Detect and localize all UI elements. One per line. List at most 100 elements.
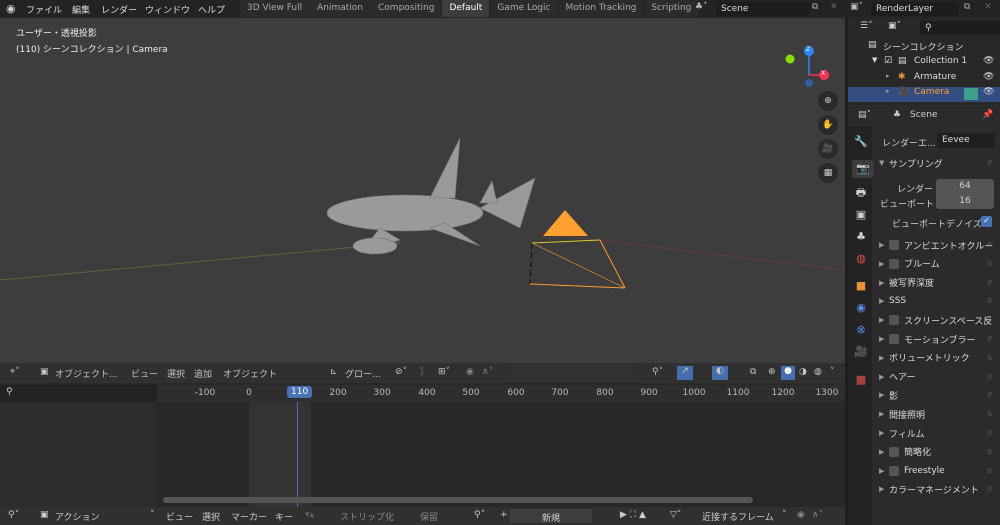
- panel-enable-checkbox[interactable]: [889, 240, 899, 250]
- drag-handle-icon[interactable]: ⁞⁞: [988, 279, 992, 287]
- panel-row[interactable]: ▶ フィルム ⁞⁞: [875, 425, 1000, 441]
- xray-icon[interactable]: ⧉: [750, 367, 756, 377]
- blender-logo-icon[interactable]: ◉: [6, 2, 16, 15]
- pin-icon[interactable]: 📌: [982, 110, 993, 120]
- proportional-icon[interactable]: ◉: [797, 510, 805, 520]
- drag-handle-icon[interactable]: ⁞⁞: [988, 241, 992, 249]
- panel-row[interactable]: ▶ 被写界深度 ⁞⁞: [875, 275, 1000, 291]
- filter-icon[interactable]: ▽˅: [670, 510, 681, 520]
- layer-arrows-icon[interactable]: ▾▴: [305, 510, 314, 520]
- drag-handle-icon[interactable]: ⁞⁞: [988, 485, 992, 493]
- viewport-denoise-checkbox[interactable]: ✓: [981, 216, 992, 227]
- texture-tab-icon[interactable]: ▩: [852, 371, 870, 389]
- render-engine-select[interactable]: Eevee: [937, 133, 995, 148]
- playhead[interactable]: [297, 393, 298, 508]
- pivot-icon[interactable]: ⊘˅: [395, 367, 407, 377]
- drag-handle-icon[interactable]: ⁞⁞: [988, 297, 992, 305]
- orientation-select[interactable]: グロー...: [345, 367, 381, 380]
- drag-handle-icon[interactable]: ⁞⁞: [988, 260, 992, 268]
- shading-rendered-icon[interactable]: ◍: [814, 367, 822, 377]
- camera-data-icon[interactable]: [964, 88, 978, 100]
- panel-row[interactable]: ▶ 影 ⁞⁞: [875, 387, 1000, 403]
- proportional-edit-icon[interactable]: ◉: [466, 367, 474, 377]
- falloff-icon[interactable]: ∧˅: [812, 510, 823, 520]
- outliner-armature[interactable]: ▸ ✱ Armature 👁: [848, 72, 1000, 87]
- drag-handle-icon[interactable]: ⁞⁞: [988, 467, 992, 475]
- menu-file[interactable]: ファイル: [26, 3, 62, 16]
- snap-icon[interactable]: ⟆: [420, 367, 424, 377]
- panel-row[interactable]: ▶ カラーマネージメント ⁞⁞: [875, 481, 1000, 497]
- panel-row[interactable]: ▶ 簡略化 ⁞⁞: [875, 444, 1000, 460]
- menu-add[interactable]: 追加: [194, 367, 212, 380]
- tab-motion-tracking[interactable]: Motion Tracking: [558, 0, 644, 17]
- gizmo-x-label[interactable]: X: [821, 70, 825, 77]
- mode-select[interactable]: アクション: [55, 510, 100, 523]
- panel-row[interactable]: ▶ ヘアー ⁞⁞: [875, 369, 1000, 385]
- camera-view-icon[interactable]: 🎥: [818, 139, 838, 159]
- panel-enable-checkbox[interactable]: [889, 465, 899, 476]
- outliner-search[interactable]: ⚲: [920, 21, 1000, 35]
- stash-button[interactable]: 保留: [420, 510, 438, 523]
- menu-object[interactable]: オブジェクト: [223, 367, 277, 380]
- panel-row[interactable]: ▶ ブルーム ⁞⁞: [875, 256, 1000, 272]
- channel-search[interactable]: ⚲: [0, 385, 157, 402]
- physics-tab-icon[interactable]: ◉: [852, 299, 870, 317]
- display-mode-icon[interactable]: ☰˅: [860, 21, 873, 31]
- checkbox-icon[interactable]: ☑: [884, 56, 892, 66]
- panel-enable-checkbox[interactable]: [889, 258, 899, 269]
- outliner-camera[interactable]: ▸ 🎥 Camera 👁: [848, 87, 1000, 102]
- add-icon[interactable]: +: [500, 510, 508, 520]
- select-cursor-icon[interactable]: ▶ ⛶ ▲: [620, 510, 646, 520]
- menu-edit[interactable]: 編集: [72, 3, 90, 16]
- mode-select[interactable]: オブジェクト...: [55, 367, 118, 380]
- outliner-scene-collection[interactable]: ▤ シーンコレクション: [848, 40, 1000, 55]
- drag-handle-icon[interactable]: ⁞⁞: [988, 316, 992, 324]
- action-browse-icon[interactable]: ⚲˅: [474, 510, 485, 520]
- gizmo-toggle-icon[interactable]: ↗: [677, 366, 693, 380]
- filter-view-icon[interactable]: ▣˅: [888, 21, 901, 31]
- copy-view-layer-icon[interactable]: ⧉: [964, 2, 970, 12]
- scene-tab-icon[interactable]: ♣: [852, 228, 870, 246]
- tab-compositing[interactable]: Compositing: [371, 0, 442, 17]
- shading-options-icon[interactable]: ˅: [830, 367, 835, 377]
- menu-window[interactable]: ウィンドウ: [145, 3, 190, 16]
- view-layer-tab-icon[interactable]: ▣: [852, 206, 870, 224]
- editor-type-icon[interactable]: ⚲˅: [8, 510, 19, 520]
- horizontal-scrollbar[interactable]: [163, 497, 753, 503]
- shading-wireframe-icon[interactable]: ⊕: [768, 367, 776, 377]
- object-data-tab-icon[interactable]: 🎥: [852, 343, 870, 361]
- tab-animation[interactable]: Animation: [310, 0, 371, 17]
- 3d-viewport[interactable]: Z X ユーザー・透視投影 (110) シーンコレクション | Camera ⊕…: [0, 18, 845, 383]
- shading-material-icon[interactable]: ◑: [799, 367, 807, 377]
- close-scene-icon[interactable]: ✕: [830, 2, 838, 12]
- tab-3d-view-full[interactable]: 3D View Full: [240, 0, 310, 17]
- current-frame-indicator[interactable]: 110: [287, 386, 313, 398]
- perspective-grid-icon[interactable]: ▦: [818, 163, 838, 183]
- snap-select[interactable]: 近接するフレーム: [702, 510, 774, 523]
- panel-sampling[interactable]: ▼ サンプリング ⁞⁞: [875, 155, 1000, 171]
- panel-row[interactable]: ▶ Freestyle ⁞⁞: [875, 463, 1000, 479]
- view-layer-field[interactable]: RenderLayer: [871, 2, 959, 16]
- tab-scripting[interactable]: Scripting: [644, 0, 699, 17]
- tool-tab-icon[interactable]: 🔧: [852, 133, 870, 151]
- drag-handle-icon[interactable]: ⁞⁞: [988, 391, 992, 399]
- eye-icon[interactable]: 👁: [983, 87, 994, 97]
- copy-scene-icon[interactable]: ⧉: [812, 2, 818, 12]
- menu-view[interactable]: ビュー: [131, 367, 158, 380]
- expand-icon[interactable]: ▸: [886, 87, 890, 95]
- tab-game-logic[interactable]: Game Logic: [490, 0, 558, 17]
- frame-ruler[interactable]: -100 0 110 200 300 400 500 600 700 800 9…: [157, 385, 845, 402]
- menu-key[interactable]: キー: [275, 510, 293, 523]
- panel-row[interactable]: ▶ モーションブラー ⁞⁞: [875, 331, 1000, 347]
- eye-icon[interactable]: 👁: [983, 56, 994, 66]
- menu-select[interactable]: 選択: [202, 510, 220, 523]
- panel-row[interactable]: ▶ ボリューメトリック ⁞⁞: [875, 350, 1000, 366]
- new-action-button[interactable]: 新規: [510, 509, 592, 524]
- panel-enable-checkbox[interactable]: [889, 315, 899, 326]
- timeline-editor[interactable]: ⚲: [0, 383, 845, 525]
- drag-handle-icon[interactable]: ⁞⁞: [988, 373, 992, 381]
- mode-dropdown-icon[interactable]: ˅: [150, 510, 155, 520]
- view-layer-icon[interactable]: ▣˅: [850, 2, 863, 12]
- drag-handle-icon[interactable]: ⁞⁞: [988, 448, 992, 456]
- overlay-toggle-icon[interactable]: ◐: [712, 366, 728, 380]
